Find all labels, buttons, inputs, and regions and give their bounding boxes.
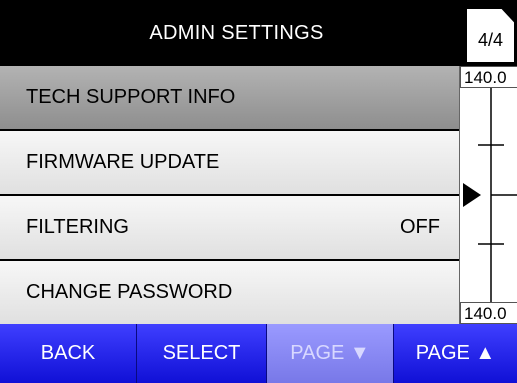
header: ADMIN SETTINGS 4/4 <box>0 0 517 66</box>
filtering-value: OFF <box>400 216 440 238</box>
menu-item-firmware-update[interactable]: FIRMWARE UPDATE <box>0 131 459 194</box>
menu-item-tech-support-info[interactable]: TECH SUPPORT INFO <box>0 66 459 129</box>
page-up-button[interactable]: PAGE ▲ <box>394 324 517 383</box>
menu-item-label: FILTERING <box>26 216 129 238</box>
scale-gauge: 140.0 140.0 <box>459 66 517 324</box>
select-button[interactable]: SELECT <box>137 324 267 383</box>
page-title: ADMIN SETTINGS <box>149 22 324 44</box>
page-down-button[interactable]: PAGE ▼ <box>267 324 394 383</box>
settings-menu: TECH SUPPORT INFO FIRMWARE UPDATE FILTER… <box>0 66 459 324</box>
softkey-bar: BACK SELECT PAGE ▼ PAGE ▲ <box>0 324 517 383</box>
back-button[interactable]: BACK <box>0 324 137 383</box>
menu-item-label: CHANGE PASSWORD <box>26 281 233 303</box>
gauge-scale <box>463 88 517 302</box>
menu-item-label: TECH SUPPORT INFO <box>26 86 236 108</box>
gauge-top-label: 140.0 <box>460 66 517 88</box>
gauge-bottom-label: 140.0 <box>460 302 517 324</box>
menu-item-change-password[interactable]: CHANGE PASSWORD <box>0 261 459 324</box>
page-indicator-text: 4/4 <box>477 30 504 50</box>
page-indicator: 4/4 <box>464 6 517 64</box>
pointer-icon <box>463 183 481 207</box>
menu-item-filtering[interactable]: FILTERING OFF <box>0 196 459 259</box>
menu-item-label: FIRMWARE UPDATE <box>26 151 220 173</box>
